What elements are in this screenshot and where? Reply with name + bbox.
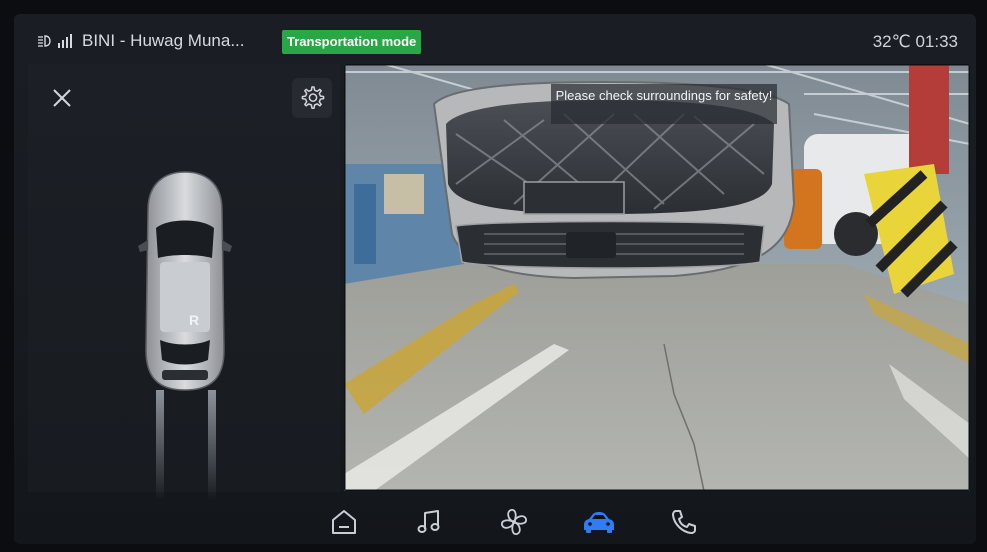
safety-warning-banner: Please check surroundings for safety!	[551, 84, 777, 124]
nav-music[interactable]	[409, 504, 449, 540]
home-icon	[332, 510, 356, 534]
camera-feed-image	[344, 64, 970, 491]
car-icon	[584, 512, 614, 533]
status-left: BINI - Huwag Muna...	[36, 31, 245, 51]
close-icon	[53, 89, 71, 107]
signal-icon	[58, 34, 74, 48]
transportation-mode-badge[interactable]: Transportation mode	[282, 30, 422, 54]
status-bar: BINI - Huwag Muna... Transportation mode…	[14, 14, 976, 64]
status-right: 32℃ 01:33	[873, 32, 958, 52]
car-top-view-icon	[138, 171, 232, 500]
nav-home[interactable]	[324, 504, 364, 540]
music-note-icon	[417, 510, 440, 533]
phone-icon	[672, 510, 696, 534]
fan-icon	[501, 509, 527, 535]
nav-phone[interactable]	[664, 504, 704, 540]
parking-assist-panel: R	[28, 64, 340, 500]
gear-icon	[301, 86, 325, 109]
clock: 01:33	[915, 32, 958, 51]
temperature-readout: 32℃	[872, 32, 911, 51]
settings-button[interactable]	[292, 78, 332, 118]
headlight-icon	[38, 35, 51, 47]
nav-vehicle[interactable]	[579, 504, 619, 540]
bottom-navigation	[324, 502, 704, 542]
now-playing-title[interactable]: BINI - Huwag Muna...	[82, 31, 245, 51]
gear-indicator: R	[189, 312, 200, 328]
close-button[interactable]	[50, 86, 74, 110]
infotainment-screen: BINI - Huwag Muna... Transportation mode…	[14, 14, 976, 544]
front-camera-view: Please check surroundings for safety!	[344, 64, 970, 491]
nav-climate[interactable]	[494, 504, 534, 540]
